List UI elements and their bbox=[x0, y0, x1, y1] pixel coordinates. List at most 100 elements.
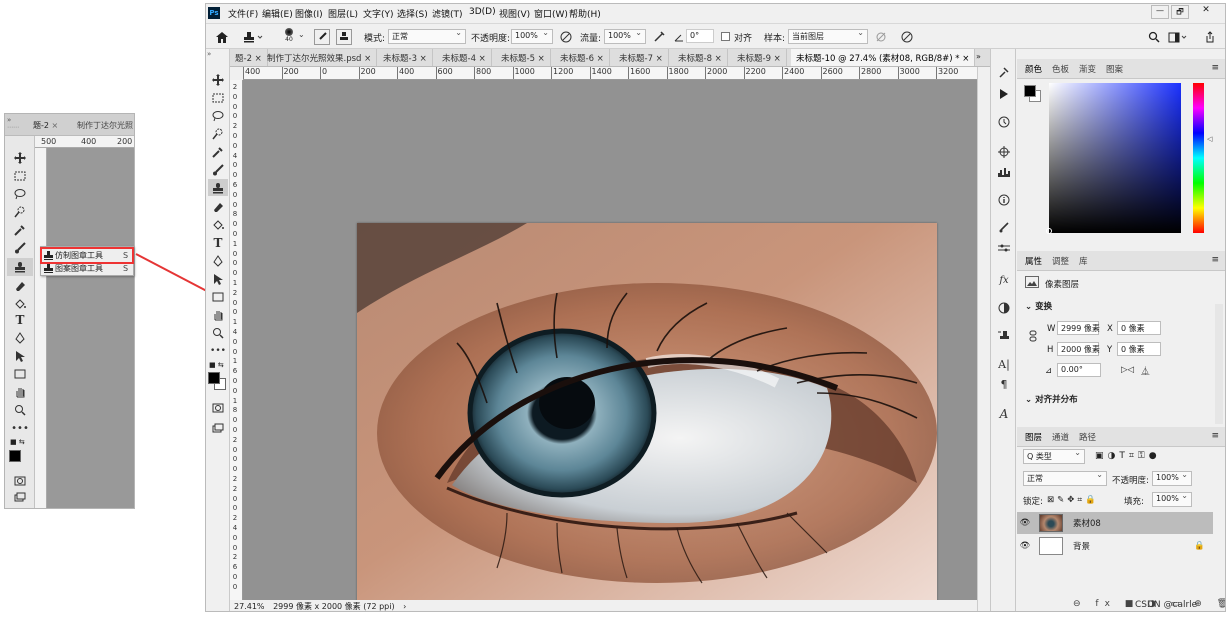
tab-paths[interactable]: 路径 bbox=[1079, 431, 1096, 443]
flip-horizontal-icon[interactable]: ▷◁ bbox=[1121, 365, 1134, 375]
panel-menu-icon[interactable]: ≡ bbox=[1211, 255, 1219, 265]
type-tool-icon[interactable]: T bbox=[208, 234, 228, 251]
document-image[interactable] bbox=[357, 223, 937, 610]
brush-settings-icon[interactable] bbox=[994, 219, 1014, 237]
tab-color[interactable]: 颜色 bbox=[1020, 59, 1047, 80]
hue-slider[interactable] bbox=[1193, 83, 1204, 233]
doc-tab[interactable]: 未标题-9 × bbox=[732, 49, 787, 66]
menu-file[interactable]: 文件(F) bbox=[228, 7, 258, 20]
clone-stamp-tool-icon[interactable] bbox=[208, 179, 228, 196]
menu-3d[interactable]: 3D(D) bbox=[469, 7, 496, 17]
rotation-input[interactable]: 0.00° bbox=[1057, 363, 1101, 377]
collapse-icon[interactable]: » bbox=[7, 116, 11, 124]
foreground-color-swatch[interactable] bbox=[208, 372, 220, 384]
layer-filter-icons[interactable]: ▣◑T⌗⚿● bbox=[1095, 451, 1161, 461]
play-icon[interactable] bbox=[994, 85, 1014, 103]
eye-icon[interactable]: 👁 bbox=[1017, 541, 1033, 551]
zoom-tool-icon[interactable] bbox=[208, 324, 228, 341]
histogram-icon[interactable] bbox=[994, 163, 1014, 181]
path-select-tool-icon[interactable] bbox=[208, 270, 228, 287]
transform-section[interactable]: ⌄ 变换 bbox=[1025, 300, 1052, 312]
menu-help[interactable]: 帮助(H) bbox=[569, 7, 601, 20]
brush-tool-icon[interactable] bbox=[208, 161, 228, 178]
quick-select-tool-icon[interactable] bbox=[10, 204, 30, 220]
layer-row[interactable]: 👁 背景 🔒 bbox=[1017, 535, 1213, 557]
pressure-opacity-icon[interactable] bbox=[558, 29, 574, 45]
type-tool-icon[interactable]: T bbox=[10, 312, 30, 328]
paragraph-icon[interactable]: ¶ bbox=[994, 375, 1014, 393]
menu-type[interactable]: 文字(Y) bbox=[363, 7, 394, 20]
brush-tool-icon[interactable] bbox=[10, 240, 30, 256]
restore-button[interactable]: 🗗 bbox=[1171, 5, 1189, 19]
opacity-input[interactable]: 100% bbox=[511, 28, 553, 44]
vertical-scrollbar[interactable] bbox=[977, 67, 989, 611]
screen-mode-icon[interactable] bbox=[208, 419, 228, 436]
clone-source-icon[interactable] bbox=[336, 29, 352, 45]
hand-tool-icon[interactable] bbox=[208, 306, 228, 323]
menu-layer[interactable]: 图层(L) bbox=[328, 7, 358, 20]
tab-swatches[interactable]: 色板 bbox=[1052, 63, 1069, 75]
eraser-tool-icon[interactable] bbox=[10, 278, 30, 294]
zoom-tab[interactable]: 制作丁达尔光照 bbox=[77, 120, 133, 131]
chevron-down-icon[interactable]: ⌄ bbox=[298, 30, 305, 39]
bucket-tool-icon[interactable] bbox=[10, 296, 30, 312]
airbrush-icon[interactable] bbox=[651, 29, 667, 45]
pen-tool-icon[interactable] bbox=[10, 330, 30, 346]
adjustments-icon[interactable] bbox=[994, 299, 1014, 317]
move-tool-icon[interactable] bbox=[208, 71, 228, 88]
more-tabs-icon[interactable]: » bbox=[976, 52, 981, 61]
tab-properties[interactable]: 属性 bbox=[1020, 251, 1047, 272]
doc-tab[interactable]: 未标题-6 × bbox=[555, 49, 610, 66]
rectangle-tool-icon[interactable] bbox=[10, 366, 30, 382]
properties-scrollbar[interactable] bbox=[1215, 304, 1223, 424]
pen-tool-icon[interactable] bbox=[208, 252, 228, 269]
menu-select[interactable]: 选择(S) bbox=[397, 7, 428, 20]
zoom-level[interactable]: 27.41% bbox=[234, 602, 265, 611]
tab-patterns[interactable]: 图案 bbox=[1106, 63, 1123, 75]
menu-edit[interactable]: 编辑(E) bbox=[262, 7, 293, 20]
rectangle-tool-icon[interactable] bbox=[208, 288, 228, 305]
eye-icon[interactable]: 👁 bbox=[1017, 518, 1033, 528]
link-icon[interactable] bbox=[1027, 329, 1039, 343]
fill-input[interactable]: 100% bbox=[1152, 491, 1192, 507]
menu-filter[interactable]: 滤镜(T) bbox=[432, 7, 463, 20]
zoom-tool-icon[interactable] bbox=[10, 402, 30, 418]
layer-filter-select[interactable]: Q 类型 bbox=[1023, 448, 1085, 464]
quick-mask-icon[interactable] bbox=[208, 399, 228, 416]
tab-layers[interactable]: 图层 bbox=[1020, 427, 1047, 448]
angle-input[interactable]: 0° bbox=[686, 29, 714, 43]
swap-colors-icon[interactable]: ■ ⇆ bbox=[10, 438, 30, 448]
doc-tab[interactable]: 未标题-5 × bbox=[496, 49, 551, 66]
swap-colors-icon[interactable]: ■ ⇆ bbox=[209, 361, 224, 369]
menu-window[interactable]: 窗口(W) bbox=[534, 7, 568, 20]
fg-color-swatch[interactable] bbox=[1024, 85, 1036, 97]
eyedropper-tool-icon[interactable] bbox=[208, 143, 228, 160]
marquee-tool-icon[interactable] bbox=[208, 89, 228, 106]
info-icon[interactable] bbox=[994, 191, 1014, 209]
more-tools-icon[interactable]: ••• bbox=[208, 342, 228, 359]
align-checkbox[interactable] bbox=[721, 32, 730, 41]
move-tool-icon[interactable] bbox=[10, 150, 30, 166]
doc-tab-active[interactable]: 未标题-10 @ 27.4% (素材08, RGB/8#) * × bbox=[791, 49, 976, 66]
search-icon[interactable] bbox=[1146, 29, 1162, 45]
collapse-icon[interactable]: » bbox=[207, 50, 211, 58]
layer-opacity-input[interactable]: 100% bbox=[1152, 470, 1192, 486]
minimize-button[interactable]: — bbox=[1151, 5, 1169, 19]
height-input[interactable]: 2000 像素 bbox=[1057, 342, 1100, 356]
history-brush-icon[interactable] bbox=[994, 63, 1014, 81]
brush-settings-icon[interactable] bbox=[314, 29, 330, 45]
character-icon[interactable]: A| bbox=[994, 355, 1014, 373]
pressure-size-icon[interactable] bbox=[899, 29, 915, 45]
path-select-tool-icon[interactable] bbox=[10, 348, 30, 364]
mode-select[interactable]: 正常 bbox=[388, 28, 466, 44]
width-input[interactable]: 2999 像素 bbox=[1057, 321, 1100, 335]
tab-gradients[interactable]: 渐变 bbox=[1079, 63, 1096, 75]
doc-tab[interactable]: 未标题-8 × bbox=[673, 49, 728, 66]
blend-mode-select[interactable]: 正常 bbox=[1023, 470, 1107, 486]
hue-marker-icon[interactable]: ◁ bbox=[1207, 135, 1212, 143]
menu-image[interactable]: 图像(I) bbox=[295, 7, 323, 20]
lock-icons[interactable]: ⊠✎✥⌗🔒 bbox=[1047, 495, 1099, 505]
bucket-tool-icon[interactable] bbox=[208, 216, 228, 233]
tool-presets-icon[interactable] bbox=[994, 327, 1014, 345]
sample-select[interactable]: 当前图层 bbox=[788, 28, 868, 44]
